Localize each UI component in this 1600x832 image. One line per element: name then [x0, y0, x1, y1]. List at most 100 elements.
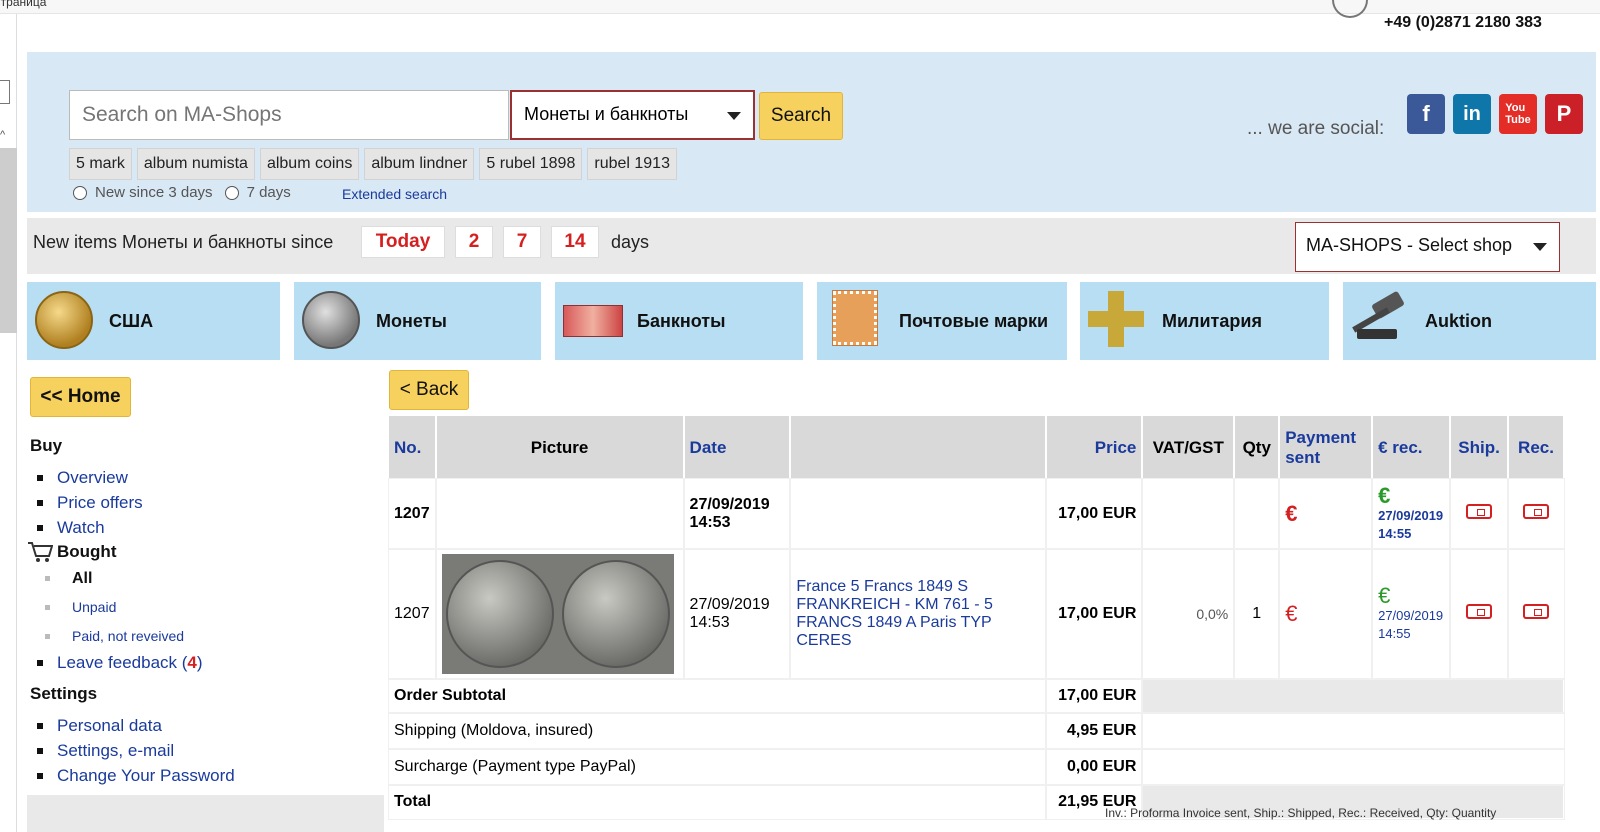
sidebar-item-price-offers[interactable]: Price offers	[37, 493, 143, 513]
gold-coin-icon	[35, 291, 93, 349]
order-desc	[789, 478, 1047, 550]
shipping-value: 4,95 EUR	[1044, 712, 1144, 750]
received-icon[interactable]	[1523, 503, 1549, 519]
received-icon[interactable]	[1523, 604, 1549, 619]
category-banknotes-label: Банкноты	[637, 310, 726, 331]
order-ship	[1449, 478, 1510, 550]
phone-number: +49 (0)2871 2180 383	[1384, 14, 1542, 31]
order-detail: < Back No. Picture Date Price VAT/GST Qt…	[388, 370, 1565, 832]
military-cross-icon	[1088, 291, 1144, 347]
sidebar-item-overview[interactable]: Overview	[37, 468, 128, 488]
sidebar-sub-paid-not-received[interactable]: Paid, not reveived	[44, 628, 184, 644]
tag-album-lindner[interactable]: album lindner	[364, 148, 475, 180]
item-qty: 1	[1233, 548, 1281, 680]
euro-red-icon[interactable]: €	[1285, 501, 1297, 526]
tag-5-rubel-1898[interactable]: 5 rubel 1898	[479, 148, 583, 180]
category-auktion[interactable]: Auktion	[1343, 282, 1596, 360]
category-banknotes[interactable]: Банкноты	[555, 282, 803, 360]
owl-coin-icon	[302, 291, 360, 349]
new-2-days-button[interactable]: 2	[455, 226, 493, 258]
shipping-filler	[1141, 712, 1565, 750]
home-button[interactable]: << Home	[30, 377, 131, 417]
sidebar-sub-unpaid[interactable]: Unpaid	[44, 599, 116, 615]
tab-title[interactable]: Страница	[0, 0, 46, 9]
category-coins-label: Монеты	[376, 310, 447, 331]
category-stamps[interactable]: Почтовые марки	[817, 282, 1067, 360]
category-coins[interactable]: Монеты	[294, 282, 541, 360]
subtotal-filler	[1141, 678, 1565, 714]
item-euro-rec: €27/09/2019 14:55	[1371, 548, 1452, 680]
col-payment-sent[interactable]: Payment sent	[1279, 416, 1374, 479]
tag-album-coins[interactable]: album coins	[259, 148, 360, 180]
coin-photo[interactable]	[441, 554, 674, 674]
tag-5-mark[interactable]: 5 mark	[69, 148, 132, 180]
col-description	[790, 416, 1047, 479]
item-rec-time: 14:55	[1378, 626, 1411, 641]
sidebar-item-leave-feedback[interactable]: Leave feedback (4)	[37, 653, 203, 673]
order-row: 1207 27/09/2019 14:53 17,00 EUR € €27/09/…	[388, 478, 1565, 550]
euro-red-icon[interactable]: €	[1285, 601, 1297, 626]
col-price[interactable]: Price	[1045, 416, 1144, 479]
tag-album-numista[interactable]: album numista	[136, 148, 255, 180]
shipping-icon[interactable]	[1466, 604, 1493, 619]
shipping-row: Shipping (Moldova, insured) 4,95 EUR	[388, 712, 1565, 750]
col-no[interactable]: No.	[389, 416, 437, 479]
search-panel: Монеты и банкноты Search 5 mark album nu…	[27, 52, 1596, 212]
euro-green-icon: €	[1378, 583, 1391, 608]
scroll-up-icon[interactable]: ^	[0, 129, 5, 141]
col-ship[interactable]: Ship.	[1450, 416, 1510, 479]
order-rec-date: 27/09/2019	[1378, 507, 1444, 523]
new-today-button[interactable]: Today	[361, 226, 445, 258]
popular-tags: 5 mark album numista album coins album l…	[69, 148, 677, 180]
col-rec[interactable]: Rec.	[1508, 416, 1565, 479]
item-payment: €	[1278, 548, 1374, 680]
col-date[interactable]: Date	[683, 416, 792, 479]
tag-rubel-1913[interactable]: rubel 1913	[587, 148, 677, 180]
order-price: 17,00 EUR	[1044, 478, 1144, 550]
order-rec	[1507, 478, 1565, 550]
sidebar-item-change-password[interactable]: Change Your Password	[37, 766, 235, 786]
surcharge-row: Surcharge (Payment type PayPal) 0,00 EUR	[388, 748, 1565, 786]
shop-select[interactable]: MA-SHOPS - Select shop	[1295, 222, 1560, 272]
shipping-icon[interactable]	[1466, 503, 1493, 519]
pinterest-icon[interactable]: P	[1545, 94, 1583, 134]
sidebar-sub-all[interactable]: All	[44, 570, 92, 588]
sidebar-heading-settings: Settings	[30, 684, 98, 703]
radio-7-days-label: 7 days	[246, 184, 291, 201]
item-picture	[434, 548, 685, 680]
sidebar-heading-bought[interactable]: Bought	[57, 542, 116, 562]
youtube-icon[interactable]: You Tube	[1499, 94, 1537, 134]
gavel-icon	[1351, 290, 1411, 341]
item-date: 27/09/2019 14:53	[682, 548, 792, 680]
category-select[interactable]: Монеты и банкноты	[510, 90, 755, 140]
search-button[interactable]: Search	[759, 92, 843, 140]
caret-down-icon	[1533, 243, 1547, 251]
order-date-time: 14:53	[689, 513, 731, 531]
order-euro-rec: €27/09/2019 14:55	[1371, 478, 1452, 550]
item-no: 1207	[388, 548, 437, 680]
category-militaria[interactable]: Милитария	[1080, 282, 1329, 360]
surcharge-value: 0,00 EUR	[1044, 748, 1144, 786]
item-price: 17,00 EUR	[1044, 548, 1144, 680]
scrollbar-thumb[interactable]	[0, 148, 17, 333]
radio-3-days-label: New since 3 days	[95, 184, 213, 201]
new-14-days-button[interactable]: 14	[551, 226, 599, 258]
sidebar-heading-buy: Buy	[30, 436, 63, 455]
linkedin-icon[interactable]: in	[1453, 94, 1491, 134]
sidebar-item-settings-email[interactable]: Settings, e-mail	[36, 741, 174, 761]
new-7-days-button[interactable]: 7	[503, 226, 541, 258]
item-title[interactable]: France 5 Francs 1849 S FRANKREICH - KM 7…	[789, 548, 1047, 680]
page-scrollbar[interactable]: ^	[0, 14, 17, 832]
sidebar-item-personal-data[interactable]: Personal data	[37, 716, 162, 736]
search-input[interactable]	[69, 90, 509, 140]
surcharge-label: Surcharge (Payment type PayPal)	[388, 748, 1047, 786]
sidebar-item-watch[interactable]: Watch	[37, 518, 105, 538]
radio-7-days[interactable]	[224, 185, 239, 200]
back-button[interactable]: < Back	[389, 370, 469, 410]
col-euro-rec[interactable]: € rec.	[1372, 416, 1452, 479]
radio-3-days[interactable]	[73, 185, 87, 200]
category-usa[interactable]: США	[27, 282, 280, 360]
order-date: 27/09/2019 14:53	[682, 478, 792, 550]
facebook-icon[interactable]: f	[1407, 94, 1445, 134]
extended-search-link[interactable]: Extended search	[342, 186, 447, 202]
